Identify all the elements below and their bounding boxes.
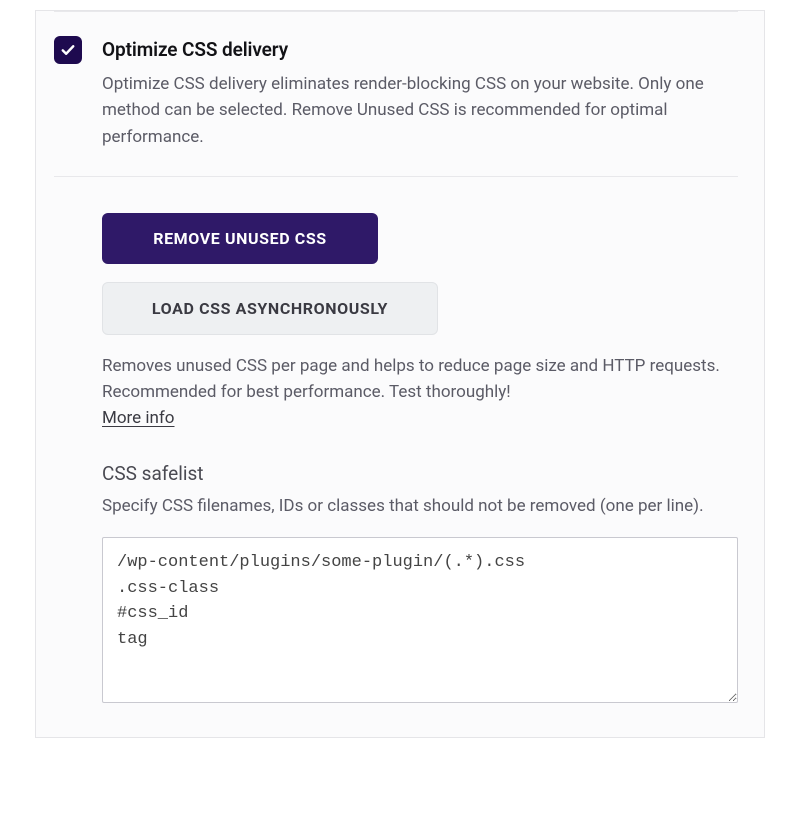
settings-panel: Optimize CSS delivery Optimize CSS deliv…	[35, 10, 765, 738]
setting-content: Optimize CSS delivery Optimize CSS deliv…	[102, 38, 738, 150]
check-icon	[59, 41, 77, 59]
optimize-css-checkbox[interactable]	[54, 36, 82, 64]
checkbox-wrap	[54, 36, 82, 64]
option-area: REMOVE UNUSED CSS LOAD CSS ASYNCHRONOUSL…	[36, 177, 764, 737]
setting-title: Optimize CSS delivery	[102, 38, 738, 61]
safelist-title: CSS safelist	[102, 462, 738, 485]
setting-row: Optimize CSS delivery Optimize CSS deliv…	[36, 12, 764, 150]
load-css-async-button[interactable]: LOAD CSS ASYNCHRONOUSLY	[102, 282, 438, 335]
more-info-link[interactable]: More info	[102, 408, 175, 428]
remove-unused-css-button[interactable]: REMOVE UNUSED CSS	[102, 213, 378, 264]
setting-description: Optimize CSS delivery eliminates render-…	[102, 71, 738, 150]
css-safelist-input[interactable]	[102, 537, 738, 703]
option-description: Removes unused CSS per page and helps to…	[102, 353, 738, 406]
safelist-description: Specify CSS filenames, IDs or classes th…	[102, 493, 738, 519]
